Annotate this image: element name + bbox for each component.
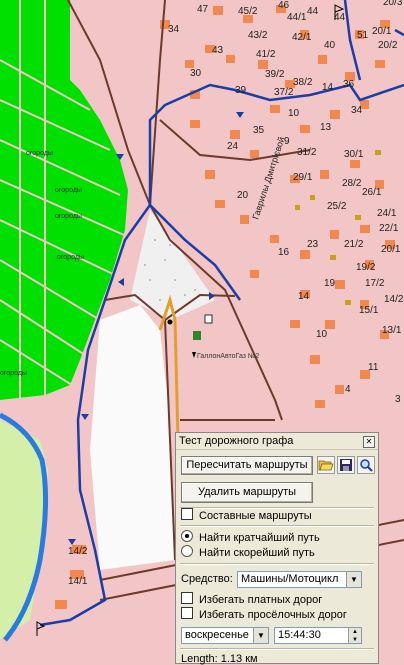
svg-text:14/2: 14/2 bbox=[68, 546, 88, 557]
svg-text:23: 23 bbox=[307, 239, 319, 250]
avoid-dirt-roads-checkbox[interactable]: Избегать просёлочных дорог bbox=[181, 607, 347, 621]
day-select[interactable]: воскресенье ▼ bbox=[181, 627, 269, 644]
svg-text:35: 35 bbox=[253, 125, 265, 136]
svg-text:19/2: 19/2 bbox=[356, 262, 376, 273]
panel-titlebar[interactable]: Тест дорожного графа ✕ bbox=[176, 433, 378, 450]
svg-text:3: 3 bbox=[395, 394, 401, 405]
svg-text:17/2: 17/2 bbox=[365, 278, 385, 289]
svg-text:40: 40 bbox=[324, 40, 336, 51]
garden-label: огороды bbox=[55, 213, 82, 220]
svg-text:25/2: 25/2 bbox=[327, 201, 347, 212]
time-input[interactable]: 15:44:30 ▲ ▼ bbox=[274, 627, 362, 644]
svg-text:14: 14 bbox=[298, 291, 310, 302]
folder-open-icon[interactable] bbox=[317, 456, 335, 474]
day-select-value: воскресенье bbox=[185, 629, 249, 641]
svg-text:28/2: 28/2 bbox=[342, 178, 362, 189]
garden-label: огороды bbox=[57, 254, 84, 261]
svg-text:20/2: 20/2 bbox=[378, 40, 398, 51]
garden-label: огороды bbox=[26, 150, 53, 157]
svg-text:10: 10 bbox=[288, 108, 300, 119]
recalculate-routes-button[interactable]: Пересчитать маршруты bbox=[181, 456, 313, 475]
svg-text:24: 24 bbox=[227, 141, 239, 152]
panel-title: Тест дорожного графа bbox=[179, 435, 294, 447]
composite-routes-checkbox[interactable]: Составные маршруты bbox=[181, 508, 312, 522]
avoid-dirt-roads-label: Избегать просёлочных дорог bbox=[199, 609, 347, 621]
svg-text:19: 19 bbox=[324, 278, 336, 289]
svg-text:16: 16 bbox=[278, 247, 290, 258]
svg-text:43/2: 43/2 bbox=[248, 30, 268, 41]
svg-text:15/1: 15/1 bbox=[359, 305, 379, 316]
checkbox-box[interactable] bbox=[181, 592, 193, 604]
radio-button[interactable] bbox=[181, 545, 193, 557]
chevron-down-icon[interactable]: ▼ bbox=[253, 628, 268, 643]
svg-text:24/1: 24/1 bbox=[377, 208, 397, 219]
svg-text:43: 43 bbox=[212, 45, 224, 56]
svg-text:13/1: 13/1 bbox=[382, 325, 402, 336]
svg-text:14/2: 14/2 bbox=[384, 294, 404, 305]
save-icon[interactable] bbox=[337, 456, 355, 474]
svg-text:20/1: 20/1 bbox=[372, 26, 392, 37]
avoid-toll-label: Избегать платных дорог bbox=[199, 594, 323, 606]
avoid-toll-checkbox[interactable]: Избегать платных дорог bbox=[181, 592, 322, 606]
svg-text:47: 47 bbox=[197, 4, 209, 15]
svg-text:44/1: 44/1 bbox=[287, 12, 307, 23]
svg-text:10: 10 bbox=[316, 329, 328, 340]
svg-text:20/1: 20/1 bbox=[381, 244, 401, 255]
svg-text:51: 51 bbox=[357, 30, 369, 41]
svg-text:13: 13 bbox=[320, 122, 332, 133]
svg-text:14/1: 14/1 bbox=[68, 576, 88, 587]
delete-routes-button[interactable]: Удалить маршруты bbox=[181, 482, 313, 503]
svg-text:39: 39 bbox=[235, 85, 247, 96]
find-shortest-label: Найти кратчайший путь bbox=[199, 532, 320, 544]
close-icon[interactable]: ✕ bbox=[363, 436, 375, 448]
svg-text:26/1: 26/1 bbox=[362, 187, 382, 198]
svg-text:34: 34 bbox=[168, 24, 180, 35]
svg-text:31/2: 31/2 bbox=[297, 147, 317, 158]
svg-text:44: 44 bbox=[334, 12, 346, 23]
separator bbox=[180, 648, 374, 650]
svg-text:41/2: 41/2 bbox=[256, 49, 276, 60]
separator bbox=[180, 563, 374, 565]
spinner-icon[interactable]: ▲ ▼ bbox=[348, 628, 361, 643]
separator bbox=[180, 525, 374, 527]
find-shortest-radio[interactable]: Найти кратчайший путь bbox=[181, 530, 320, 544]
vehicle-label: Средство: bbox=[181, 573, 233, 585]
svg-text:42/1: 42/1 bbox=[292, 32, 312, 43]
svg-text:21/2: 21/2 bbox=[344, 239, 364, 250]
svg-text:30: 30 bbox=[190, 68, 202, 79]
svg-text:38/2: 38/2 bbox=[293, 77, 313, 88]
svg-text:22/1: 22/1 bbox=[379, 223, 399, 234]
checkbox-box[interactable] bbox=[181, 607, 193, 619]
svg-text:20: 20 bbox=[237, 190, 249, 201]
vehicle-select-value: Машины/Мотоцикл bbox=[241, 573, 339, 585]
find-fastest-label: Найти скорейший путь bbox=[199, 547, 315, 559]
svg-text:37/2: 37/2 bbox=[274, 87, 294, 98]
svg-text:11: 11 bbox=[368, 362, 379, 373]
garden-label: огороды bbox=[55, 187, 82, 194]
svg-text:39/2: 39/2 bbox=[265, 69, 285, 80]
gas-station-label: ГаллонАвтоГаз №2 bbox=[197, 353, 259, 360]
checkbox-box[interactable] bbox=[181, 508, 193, 520]
composite-routes-label: Составные маршруты bbox=[199, 510, 312, 522]
svg-text:4: 4 bbox=[345, 384, 351, 395]
svg-text:14: 14 bbox=[322, 82, 334, 93]
svg-text:44: 44 bbox=[307, 6, 319, 17]
route-length-text: Length: 1.13 км bbox=[181, 653, 258, 665]
search-icon[interactable] bbox=[357, 456, 375, 474]
svg-text:45/2: 45/2 bbox=[238, 6, 258, 17]
svg-text:20/3: 20/3 bbox=[383, 0, 403, 8]
vehicle-select[interactable]: Машины/Мотоцикл ▼ bbox=[237, 571, 362, 588]
find-fastest-radio[interactable]: Найти скорейший путь bbox=[181, 545, 315, 559]
svg-text:36: 36 bbox=[343, 79, 355, 90]
garden-label: огороды bbox=[0, 370, 27, 377]
svg-text:29/1: 29/1 bbox=[293, 172, 313, 183]
time-input-value: 15:44:30 bbox=[278, 629, 321, 641]
svg-text:34: 34 bbox=[351, 105, 363, 116]
svg-text:30/1: 30/1 bbox=[344, 149, 364, 160]
radio-button[interactable] bbox=[181, 530, 193, 542]
chevron-down-icon[interactable]: ▼ bbox=[346, 572, 361, 587]
road-graph-test-panel: Тест дорожного графа ✕ Пересчитать маршр… bbox=[175, 432, 379, 665]
svg-text:9: 9 bbox=[284, 136, 290, 147]
svg-text:46: 46 bbox=[278, 0, 290, 11]
